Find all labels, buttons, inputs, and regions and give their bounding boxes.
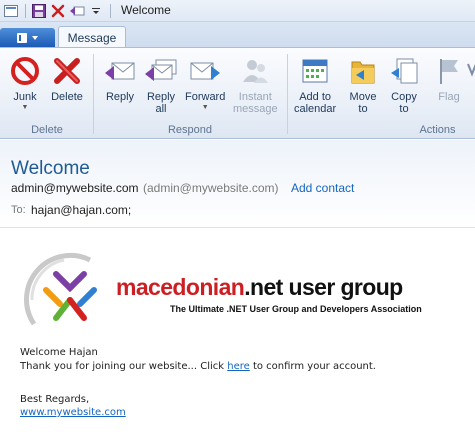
chevron-down-icon: ▼ (201, 104, 209, 111)
forward-icon (188, 54, 222, 88)
app-menu-button[interactable] (0, 28, 55, 47)
ribbon: Junk ▼ Delete Delete Reply Reply all Forw… (0, 47, 475, 139)
chevron-down-icon: ▼ (21, 104, 29, 111)
customize-arrow-icon[interactable] (87, 2, 105, 20)
copy-to-button[interactable]: Copy to (387, 54, 421, 115)
delete-label: Delete (51, 91, 83, 103)
move-to-button[interactable]: Move to (346, 54, 380, 115)
add-contact-link[interactable]: Add contact (291, 181, 354, 195)
save-icon[interactable] (30, 2, 48, 20)
watch-icon (466, 54, 475, 88)
brand-logo-icon (20, 252, 120, 347)
group-divider (287, 54, 288, 134)
reply-all-button[interactable]: Reply all (144, 54, 178, 115)
group-label-respond: Respond (167, 124, 213, 136)
add-to-calendar-button[interactable]: Add to calendar (294, 54, 336, 115)
instant-message-button[interactable]: Instant message (233, 54, 278, 115)
recipient-email[interactable]: hajan@hajan.com; (31, 203, 131, 217)
copy-to-label: Copy to (391, 91, 417, 115)
sender-email[interactable]: admin@mywebsite.com (11, 181, 139, 195)
app-icon[interactable] (2, 2, 20, 20)
reply-icon[interactable] (68, 2, 86, 20)
move-to-label: Move to (349, 91, 377, 115)
group-label-actions: Actions (419, 124, 456, 136)
junk-icon (8, 54, 42, 88)
forward-button[interactable]: Forward ▼ (185, 54, 225, 112)
confirm-line: Thank you for joining our website... Cli… (20, 361, 376, 372)
junk-button[interactable]: Junk ▼ (8, 54, 42, 112)
quick-access-toolbar (2, 2, 115, 20)
window-title: Welcome (121, 3, 171, 17)
message-subject: Welcome (11, 158, 90, 179)
sender-address: (admin@mywebsite.com) (143, 181, 279, 195)
website-link[interactable]: www.mywebsite.com (20, 407, 126, 418)
toolbar-divider (25, 4, 26, 18)
greeting: Welcome Hajan (20, 347, 98, 358)
tab-message[interactable]: Message (58, 26, 126, 48)
delete-icon[interactable] (49, 2, 67, 20)
reply-button[interactable]: Reply (103, 54, 137, 103)
flag-label: Flag (438, 91, 460, 103)
brand-tagline: The Ultimate .NET User Group and Develop… (170, 304, 422, 314)
calendar-icon (298, 54, 332, 88)
toolbar-divider (110, 4, 111, 18)
add-to-calendar-label: Add to calendar (294, 91, 337, 115)
copy-document-icon (387, 54, 421, 88)
app-menu-icon (16, 32, 38, 43)
instant-message-icon (238, 54, 272, 88)
forward-label: Forward (185, 91, 226, 103)
title-bar: Welcome (0, 0, 475, 22)
reply-label: Reply (105, 91, 135, 103)
confirm-link[interactable]: here (227, 361, 250, 372)
delete-button[interactable]: Delete (50, 54, 84, 103)
to-label: To: (11, 204, 26, 216)
instant-message-label: Instant message (233, 91, 278, 115)
reply-all-label: Reply all (146, 91, 176, 115)
brand-name: macedonian.net user group (116, 274, 403, 300)
move-folder-icon (346, 54, 380, 88)
delete-x-icon (50, 54, 84, 88)
flag-button[interactable]: Flag (432, 54, 466, 103)
ribbon-tabs: Message (0, 22, 475, 48)
group-label-delete: Delete (31, 124, 63, 136)
regards: Best Regards, (20, 394, 90, 405)
reply-all-icon (144, 54, 178, 88)
reply-envelope-icon (103, 54, 137, 88)
junk-label: Junk (13, 91, 37, 103)
more-actions-button[interactable] (466, 54, 475, 88)
group-divider (93, 54, 94, 134)
flag-icon (432, 54, 466, 88)
message-header: Welcome admin@mywebsite.com (admin@myweb… (0, 140, 475, 228)
